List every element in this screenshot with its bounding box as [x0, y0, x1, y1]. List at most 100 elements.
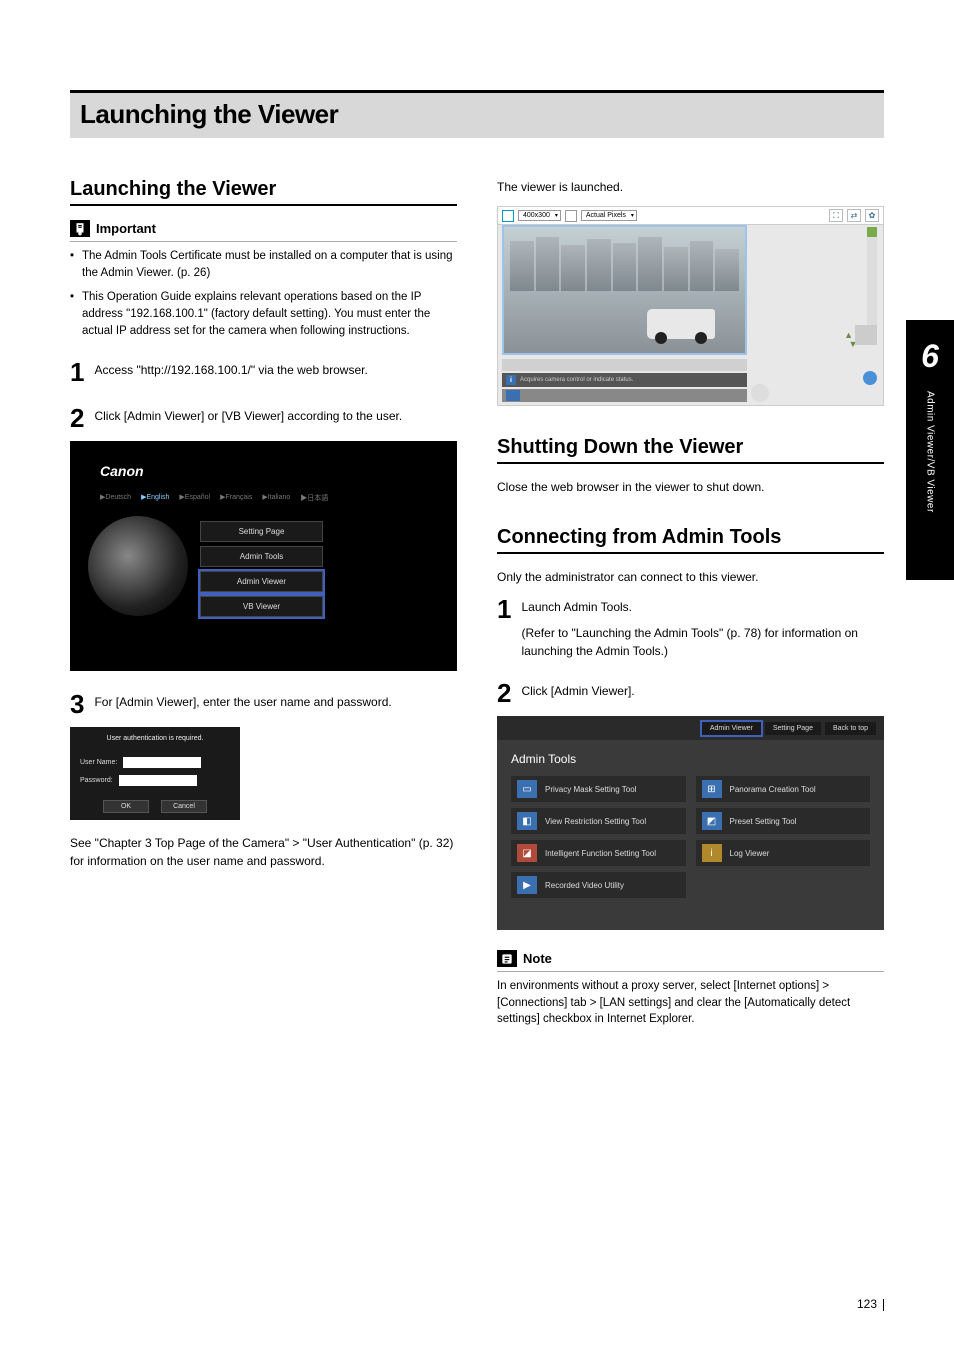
fullscreen-icon[interactable]: ⛶ — [829, 209, 843, 222]
top-page-buttons: Setting Page Admin Tools Admin Viewer VB… — [200, 521, 323, 621]
video-area[interactable] — [502, 225, 747, 355]
conn-step-2: 2 Click [Admin Viewer]. — [497, 680, 884, 706]
section-shutting-down: Shutting Down the Viewer — [497, 436, 884, 464]
tool-privacy-mask[interactable]: ▭Privacy Mask Setting Tool — [511, 776, 686, 802]
auth-pass-row: Password: — [80, 775, 197, 786]
important-header: ! Important — [70, 220, 457, 242]
right-column: The viewer is launched. 400x300 Actual P… — [497, 178, 884, 1028]
conn-step-1: 1 Launch Admin Tools. (Refer to "Launchi… — [497, 596, 884, 660]
fit-icon — [565, 210, 577, 222]
tool-preset[interactable]: ◩Preset Setting Tool — [696, 808, 871, 834]
tool-icon: ◪ — [517, 844, 537, 862]
lang-link[interactable]: ▶English — [141, 493, 169, 503]
admin-tools-button[interactable]: Admin Tools — [200, 546, 323, 567]
tab-setting-page[interactable]: Setting Page — [765, 722, 821, 735]
connecting-intro: Only the administrator can connect to th… — [497, 568, 884, 586]
figure-top-page: Canon ▶Deutsch ▶English ▶Español ▶França… — [70, 441, 457, 671]
settings-icon[interactable]: ✿ — [865, 209, 879, 222]
step-sub-text: (Refer to "Launching the Admin Tools" (p… — [521, 624, 884, 660]
control-knob[interactable] — [751, 384, 769, 402]
admin-tools-tabs: Admin Viewer Setting Page Back to top — [497, 716, 884, 740]
viewer-launched-text: The viewer is launched. — [497, 178, 884, 196]
step-number: 1 — [497, 596, 511, 660]
buildings-graphic — [510, 235, 739, 291]
tool-icon: i — [702, 844, 722, 862]
important-icon: ! — [70, 220, 90, 237]
step-number: 3 — [70, 691, 84, 717]
step-text: Launch Admin Tools. (Refer to "Launching… — [521, 596, 884, 660]
tool-icon: ◩ — [702, 812, 722, 830]
lang-link[interactable]: ▶Italiano — [262, 493, 290, 503]
lang-link[interactable]: ▶Français — [220, 493, 252, 503]
password-label: Password: — [80, 777, 113, 784]
admin-tools-title: Admin Tools — [511, 752, 576, 766]
note-label: Note — [523, 951, 552, 966]
canon-logo: Canon — [100, 463, 144, 479]
ok-button[interactable]: OK — [103, 800, 149, 813]
lang-link[interactable]: ▶日本語 — [300, 493, 328, 503]
tilt-slider[interactable] — [867, 227, 877, 335]
step-text: For [Admin Viewer], enter the user name … — [94, 691, 391, 717]
auth-user-row: User Name: — [80, 757, 201, 768]
camera-lens-graphic — [88, 516, 188, 616]
username-label: User Name: — [80, 759, 117, 766]
setting-page-button[interactable]: Setting Page — [200, 521, 323, 542]
important-label: Important — [96, 221, 156, 236]
note-text: In environments without a proxy server, … — [497, 978, 884, 1028]
important-bullet: The Admin Tools Certificate must be inst… — [70, 248, 457, 281]
page-title: Launching the Viewer — [70, 90, 884, 138]
info-icon: i — [506, 375, 516, 385]
vb-viewer-button[interactable]: VB Viewer — [200, 596, 323, 617]
figure-admin-tools: Admin Viewer Setting Page Back to top Ad… — [497, 716, 884, 930]
step-3: 3 For [Admin Viewer], enter the user nam… — [70, 691, 457, 717]
tilt-marker — [867, 227, 877, 237]
step-number: 2 — [70, 405, 84, 431]
important-bullet: This Operation Guide explains relevant o… — [70, 289, 457, 339]
tool-recorded-video[interactable]: ▶Recorded Video Utility — [511, 872, 686, 898]
bottom-bar — [502, 389, 747, 402]
lang-link[interactable]: ▶Español — [179, 493, 210, 503]
tool-icon: ▶ — [517, 876, 537, 894]
step-text-line: Launch Admin Tools. — [521, 598, 884, 616]
admin-viewer-button[interactable]: Admin Viewer — [200, 571, 323, 592]
viewer-toolbar: 400x300 Actual Pixels ⛶ ⇄ ✿ — [498, 207, 883, 225]
section-launching: Launching the Viewer — [70, 178, 457, 206]
step-2: 2 Click [Admin Viewer] or [VB Viewer] ac… — [70, 405, 457, 431]
tool-log-viewer[interactable]: iLog Viewer — [696, 840, 871, 866]
scale-icon — [502, 210, 514, 222]
note-header: Note — [497, 950, 884, 972]
size-dropdown[interactable]: 400x300 — [518, 210, 561, 221]
snapshot-icon[interactable] — [506, 390, 520, 401]
tab-admin-viewer[interactable]: Admin Viewer — [702, 722, 761, 735]
shutdown-text: Close the web browser in the viewer to s… — [497, 478, 884, 496]
note-icon — [497, 950, 517, 967]
tool-panorama[interactable]: ⊞Panorama Creation Tool — [696, 776, 871, 802]
pan-slider[interactable] — [502, 359, 747, 371]
left-column: Launching the Viewer ! Important The Adm… — [70, 178, 457, 1028]
van-graphic — [647, 309, 715, 339]
important-bullets: The Admin Tools Certificate must be inst… — [70, 248, 457, 339]
info-text: Acquires camera control or indicate stat… — [520, 377, 633, 383]
section-connecting: Connecting from Admin Tools — [497, 526, 884, 554]
password-input[interactable] — [119, 775, 197, 786]
step-number: 1 — [70, 359, 84, 385]
tool-icon: ◧ — [517, 812, 537, 830]
fit-dropdown[interactable]: Actual Pixels — [581, 210, 637, 221]
tool-intelligent-function[interactable]: ◪Intelligent Function Setting Tool — [511, 840, 686, 866]
language-row: ▶Deutsch ▶English ▶Español ▶Français ▶It… — [100, 493, 328, 503]
auth-title: User authentication is required. — [70, 735, 240, 742]
preview-box[interactable] — [855, 325, 877, 345]
cancel-button[interactable]: Cancel — [161, 800, 207, 813]
step-number: 2 — [497, 680, 511, 706]
tab-back-to-top[interactable]: Back to top — [825, 722, 876, 735]
username-input[interactable] — [123, 757, 201, 768]
tool-view-restriction[interactable]: ◧View Restriction Setting Tool — [511, 808, 686, 834]
reconnect-icon[interactable]: ⇄ — [847, 209, 861, 222]
step-text: Access "http://192.168.100.1/" via the w… — [94, 359, 367, 385]
lang-link[interactable]: ▶Deutsch — [100, 493, 131, 503]
side-knob[interactable] — [863, 371, 877, 385]
admin-tools-grid: ▭Privacy Mask Setting Tool ⊞Panorama Cre… — [511, 776, 870, 898]
figure-auth-dialog: User authentication is required. User Na… — [70, 727, 240, 820]
tool-icon: ⊞ — [702, 780, 722, 798]
step-1: 1 Access "http://192.168.100.1/" via the… — [70, 359, 457, 385]
